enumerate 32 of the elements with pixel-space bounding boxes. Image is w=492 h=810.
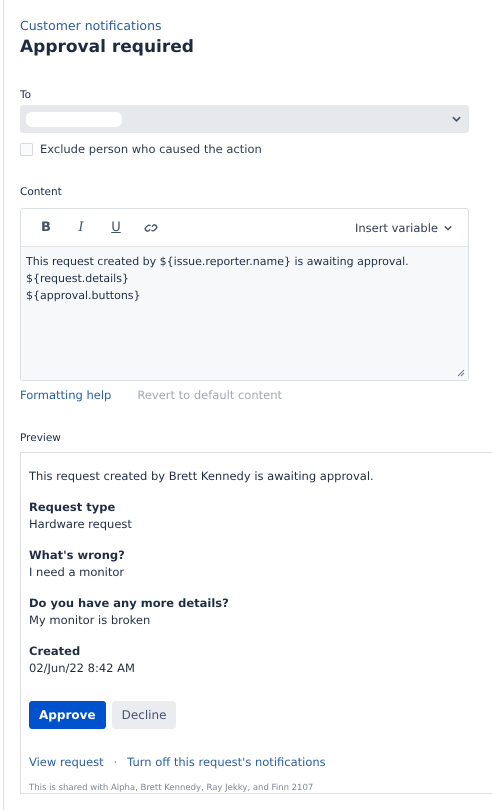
text-link[interactable]: Turn off this request's notifications [127, 755, 326, 769]
insert-variable-button[interactable]: Insert variable [348, 220, 458, 236]
checkbox[interactable] [20, 142, 33, 156]
italic-button[interactable]: I [66, 214, 96, 240]
page-title: Approval required [20, 37, 195, 57]
bold-button[interactable]: B [31, 214, 61, 240]
checkbox-label: Exclude person who caused the action [40, 142, 262, 156]
text-link[interactable]: Formatting help [20, 388, 112, 402]
field-value: I need a monitor [29, 565, 126, 579]
field-value: My monitor is broken [29, 613, 152, 627]
preview-text: This request created by Brett Kennedy is awaiting approval. [29, 469, 375, 483]
separator-dot: · [114, 756, 118, 768]
field-name: What's wrong? [29, 548, 126, 562]
field-value: Hardware request [29, 517, 133, 531]
breadcrumb-link[interactable]: Customer notifications [20, 18, 162, 33]
decline-button[interactable]: Decline [112, 701, 176, 729]
approve-button[interactable]: Approve [29, 701, 106, 729]
field-value: 02/Jun/22 8:42 AM [29, 661, 136, 675]
field-label: Content [20, 186, 63, 198]
field-name: Do you have any more details? [29, 596, 230, 610]
recipient-select[interactable] [20, 105, 469, 133]
resize-handle-icon [457, 369, 465, 377]
shared-note: This is shared with Alpha, Brett Kennedy, Ray Jekky, and Finn 2107 [29, 783, 314, 793]
field-label: Preview [20, 432, 62, 444]
text-link[interactable]: View request [29, 755, 104, 769]
chevron-down-icon [444, 224, 452, 230]
content-textarea[interactable]: This request created by ${issue.reporter.name} is awaiting approval. ${request.details} ${approval.buttons} [21, 247, 468, 380]
underline-button[interactable]: U [101, 214, 131, 240]
field-name: Created [29, 644, 82, 658]
chevron-down-icon [452, 116, 461, 122]
field-label: To [20, 89, 32, 101]
field-name: Request type [29, 500, 116, 514]
